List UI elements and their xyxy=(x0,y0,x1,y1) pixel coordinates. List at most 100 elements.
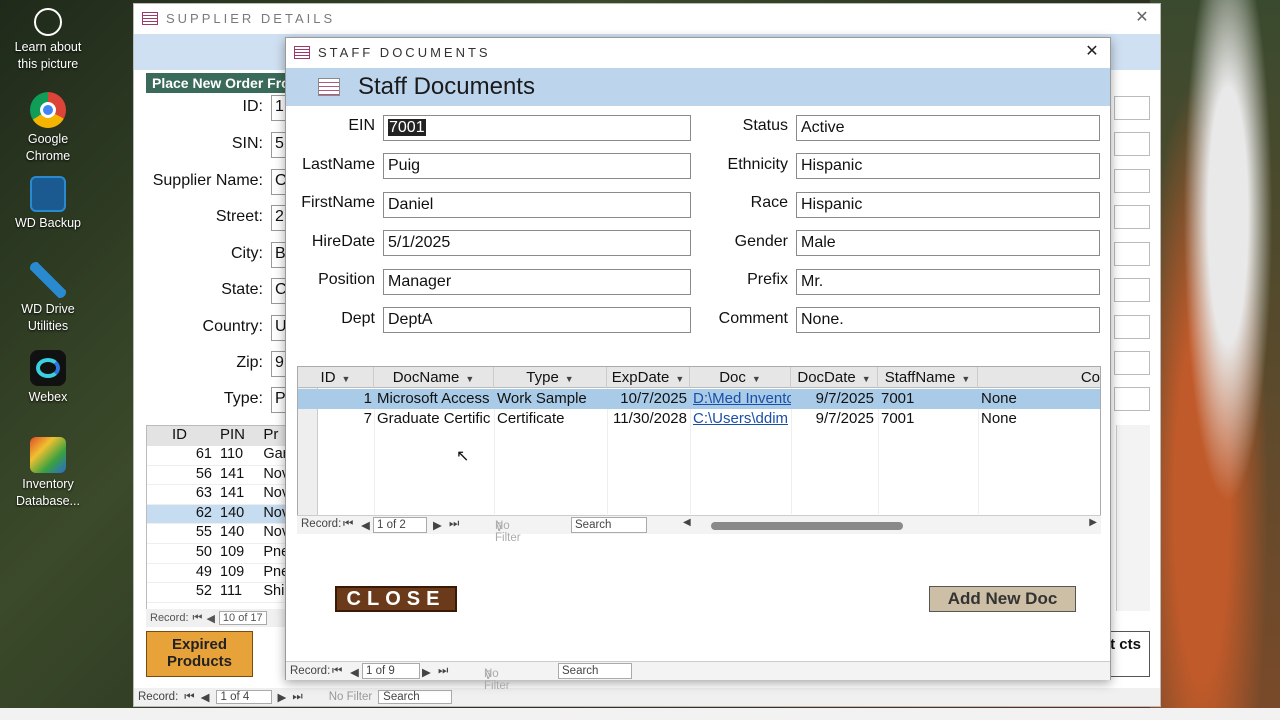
col-header-docname[interactable]: DocName ▼ xyxy=(374,367,494,388)
supplier-right-field[interactable] xyxy=(1114,242,1150,266)
add-new-doc-button[interactable]: Add New Doc xyxy=(929,586,1076,612)
supplier-right-field[interactable] xyxy=(1114,96,1150,120)
desktop-icon-learn[interactable]: Learn about this picture xyxy=(4,8,92,73)
supplier-zip-field[interactable]: 9 xyxy=(271,351,286,377)
lastname-field[interactable]: Puig xyxy=(383,153,691,179)
prev-record-icon[interactable]: ◀ xyxy=(350,665,359,679)
hiredate-field[interactable]: 5/1/2025 xyxy=(383,230,691,256)
supplier-close-icon[interactable]: ✕ xyxy=(1132,8,1152,28)
first-record-icon[interactable]: ⏮ xyxy=(184,691,194,704)
cell-doc-link[interactable]: D:\Med Invento xyxy=(693,389,791,409)
supplier-right-field[interactable] xyxy=(1114,205,1150,229)
supplier-window-titlebar[interactable]: SUPPLIER DETAILS xyxy=(134,4,1160,32)
supplier-state-field[interactable]: C xyxy=(271,278,286,304)
col-header-pr[interactable]: Pr xyxy=(263,426,285,446)
record-position[interactable]: 1 of 9 xyxy=(362,663,420,679)
supplier-right-field[interactable] xyxy=(1114,387,1150,411)
supplier-right-dropdown[interactable] xyxy=(1114,351,1150,375)
prev-record-icon[interactable]: ◀ xyxy=(201,690,210,704)
supplier-name-field[interactable]: O xyxy=(271,169,286,195)
prev-record-icon[interactable]: ◀ xyxy=(361,518,370,532)
first-record-icon[interactable]: ⏮ xyxy=(343,518,353,531)
next-record-icon[interactable]: ▶ xyxy=(278,690,287,704)
no-filter-indicator[interactable]: No Filter xyxy=(329,691,372,703)
first-record-icon[interactable]: ⏮ xyxy=(193,612,203,625)
col-header-staffname[interactable]: StaffName ▼ xyxy=(878,367,978,388)
cell-expdate: 11/30/2028 xyxy=(613,410,687,427)
supplier-right-field[interactable] xyxy=(1114,278,1150,302)
status-field[interactable]: Active xyxy=(796,115,1100,141)
search-box[interactable]: Search xyxy=(571,517,647,533)
last-record-icon[interactable]: ⏭ xyxy=(449,518,459,531)
expired-products-button[interactable]: Expired Products xyxy=(146,631,253,677)
supplier-street-field[interactable]: 2 xyxy=(271,205,286,231)
horizontal-scrollbar[interactable]: ◀ ▶ xyxy=(683,517,1101,532)
table-row-selected[interactable]: 62 140 Nov xyxy=(147,504,285,525)
scroll-right-icon[interactable]: ▶ xyxy=(1089,517,1097,528)
col-header-doc[interactable]: Doc ▼ xyxy=(690,367,791,388)
desktop-icon-webex[interactable]: Webex xyxy=(4,350,92,406)
record-label: Record: xyxy=(138,691,179,703)
table-row-selected[interactable]: 1 Microsoft Access Work Sample 10/7/2025… xyxy=(298,389,1100,409)
table-row[interactable]: 7 Graduate Certific Certificate 11/30/20… xyxy=(298,409,1100,429)
col-header-id[interactable]: ID xyxy=(147,426,216,446)
supplier-right-field[interactable] xyxy=(1114,315,1150,339)
desktop-icon-label: WD Backup xyxy=(15,216,81,230)
col-header-pin[interactable]: PIN xyxy=(216,426,263,446)
prefix-field[interactable]: Mr. xyxy=(796,269,1100,295)
supplier-type-field[interactable]: P xyxy=(271,387,286,413)
position-field[interactable]: Manager xyxy=(383,269,691,295)
desktop-icon-inventory[interactable]: Inventory Database... xyxy=(4,437,92,510)
supplier-right-field[interactable] xyxy=(1114,132,1150,156)
supplier-right-field[interactable] xyxy=(1114,169,1150,193)
supplier-country-field[interactable]: U xyxy=(271,315,286,341)
supplier-sin-field[interactable]: 5 xyxy=(271,132,286,158)
last-record-icon[interactable]: ⏭ xyxy=(292,691,302,704)
desktop-icon-wd-utilities[interactable]: WD Drive Utilities xyxy=(4,262,92,335)
supplier-grid-scrollbar[interactable] xyxy=(1116,425,1150,611)
table-row[interactable]: 56 141 Nov xyxy=(147,466,285,486)
record-position[interactable]: 1 of 2 xyxy=(373,517,427,533)
col-header-expdate[interactable]: ExpDate ▼ xyxy=(607,367,690,388)
desktop-icon-chrome[interactable]: Google Chrome xyxy=(4,92,92,165)
table-row[interactable]: 63 141 Nov xyxy=(147,485,285,505)
col-header-id[interactable]: ID ▼ xyxy=(298,367,374,388)
table-row[interactable]: 52 111 Shi xyxy=(147,583,285,603)
comment-field[interactable]: None. xyxy=(796,307,1100,333)
search-box[interactable]: Search xyxy=(558,663,632,679)
col-header-label: StaffName xyxy=(884,369,956,386)
search-box[interactable]: Search xyxy=(378,690,453,704)
last-record-icon[interactable]: ⏭ xyxy=(438,665,448,678)
next-record-icon[interactable]: ▶ xyxy=(433,518,442,532)
col-header-docdate[interactable]: DocDate ▼ xyxy=(791,367,878,388)
cell-pin: 109 xyxy=(220,563,245,580)
race-field[interactable]: Hispanic xyxy=(796,192,1100,218)
ein-field[interactable]: 7001 xyxy=(383,115,691,141)
col-header-comment[interactable]: Co xyxy=(978,367,1100,388)
supplier-id-field[interactable]: 1 xyxy=(271,95,286,121)
record-position[interactable]: 10 of 17 xyxy=(218,611,267,625)
next-record-icon[interactable]: ▶ xyxy=(422,665,431,679)
record-position[interactable]: 1 of 4 xyxy=(215,690,272,704)
table-row[interactable]: 50 109 Pne xyxy=(147,544,285,564)
close-button[interactable]: CLOSE xyxy=(335,586,457,612)
staff-close-icon[interactable]: ✕ xyxy=(1082,42,1102,62)
table-row[interactable]: 55 140 Nov xyxy=(147,524,285,544)
supplier-city-field[interactable]: B xyxy=(271,242,286,268)
supplier-label-city: City: xyxy=(231,245,263,262)
prev-record-icon[interactable]: ◀ xyxy=(206,612,214,625)
firstname-field[interactable]: Daniel xyxy=(383,192,691,218)
scrollbar-thumb[interactable] xyxy=(711,522,903,530)
col-header-type[interactable]: Type ▼ xyxy=(494,367,607,388)
table-row[interactable]: 49 109 Pne xyxy=(147,564,285,584)
ethnicity-field[interactable]: Hispanic xyxy=(796,153,1100,179)
first-record-icon[interactable]: ⏮ xyxy=(332,665,342,678)
cell-doc-link[interactable]: C:\Users\ddim xyxy=(693,409,791,429)
desktop-icon-wd-backup[interactable]: WD Backup xyxy=(4,176,92,232)
gender-field[interactable]: Male xyxy=(796,230,1100,256)
dept-field[interactable]: DeptA xyxy=(383,307,691,333)
scroll-left-icon[interactable]: ◀ xyxy=(683,517,691,528)
page-title: Staff Documents xyxy=(358,73,535,100)
table-row[interactable]: 61 110 Gar xyxy=(147,446,285,466)
staff-window-titlebar[interactable]: STAFF DOCUMENTS xyxy=(286,38,1110,66)
